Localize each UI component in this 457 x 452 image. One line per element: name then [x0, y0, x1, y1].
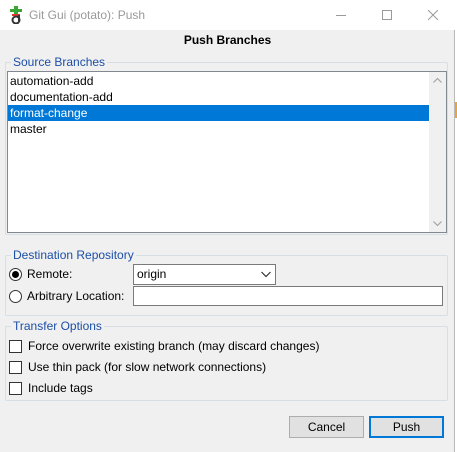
source-branches-legend: Source Branches	[11, 55, 108, 69]
arbitrary-location-input[interactable]	[133, 286, 443, 306]
force-overwrite-label: Force overwrite existing branch (may dis…	[28, 339, 320, 353]
destination-repository-legend: Destination Repository	[11, 248, 136, 262]
force-overwrite-checkbox[interactable]	[9, 339, 22, 353]
maximize-button[interactable]	[364, 0, 410, 30]
source-branches-list[interactable]: automation-add documentation-add format-…	[7, 71, 447, 233]
branch-item-automation-add[interactable]: automation-add	[8, 73, 430, 89]
remote-radio-row[interactable]: Remote:	[9, 265, 72, 283]
maximize-icon	[382, 10, 392, 20]
scroll-up-icon[interactable]	[429, 72, 446, 89]
push-button[interactable]: Push	[369, 416, 444, 438]
include-tags-label: Include tags	[28, 381, 93, 395]
list-scrollbar[interactable]	[429, 72, 446, 232]
thin-pack-option[interactable]: Use thin pack (for slow network connecti…	[9, 359, 266, 375]
scroll-down-icon[interactable]	[429, 215, 446, 232]
minimize-icon	[336, 15, 346, 16]
arbitrary-location-radio[interactable]	[9, 289, 22, 303]
remote-radio[interactable]	[9, 267, 22, 281]
branch-item-documentation-add[interactable]: documentation-add	[8, 89, 430, 105]
transfer-options-legend: Transfer Options	[11, 319, 104, 333]
branch-item-master[interactable]: master	[8, 121, 430, 137]
git-gui-icon	[10, 6, 22, 24]
push-dialog-window: Git Gui (potato): Push Push Branches Sou…	[0, 0, 455, 452]
thin-pack-label: Use thin pack (for slow network connecti…	[28, 360, 267, 374]
close-button[interactable]	[410, 0, 456, 30]
force-overwrite-option[interactable]: Force overwrite existing branch (may dis…	[9, 338, 319, 354]
include-tags-option[interactable]: Include tags	[9, 380, 93, 396]
arbitrary-location-label: Arbitrary Location:	[27, 289, 125, 303]
include-tags-checkbox[interactable]	[9, 381, 22, 395]
remote-select-value: origin	[137, 267, 167, 281]
close-icon	[428, 10, 438, 20]
thin-pack-checkbox[interactable]	[9, 360, 22, 374]
cancel-button[interactable]: Cancel	[289, 416, 364, 438]
window-title: Git Gui (potato): Push	[29, 8, 146, 22]
title-bar: Git Gui (potato): Push	[0, 0, 455, 30]
arbitrary-location-radio-row[interactable]: Arbitrary Location:	[9, 287, 124, 305]
branch-item-format-change[interactable]: format-change	[8, 105, 430, 121]
minimize-button[interactable]	[318, 0, 364, 30]
remote-select[interactable]: origin	[133, 264, 276, 285]
dialog-heading: Push Branches	[183, 33, 272, 47]
remote-label: Remote:	[27, 267, 73, 281]
